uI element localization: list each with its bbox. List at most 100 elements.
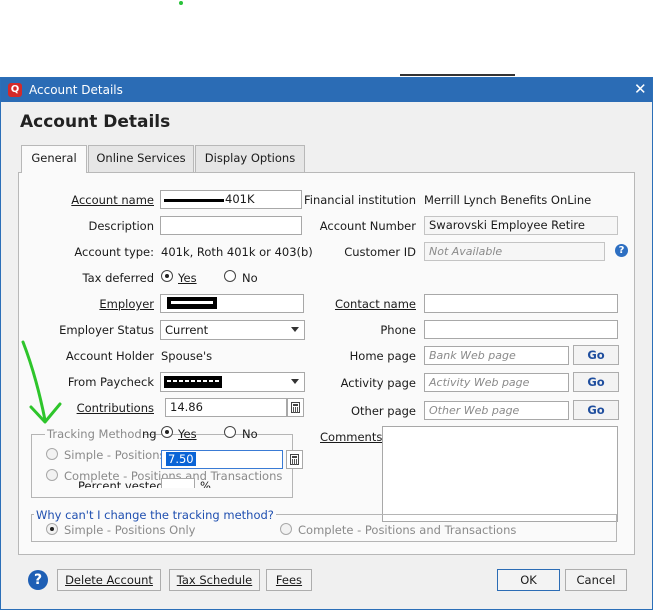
delete-account-label: Delete Account — [65, 573, 153, 587]
from-paycheck-label: From Paycheck — [67, 375, 154, 389]
tab-general[interactable]: General — [21, 145, 87, 173]
customer-id-label: Customer ID — [344, 245, 416, 259]
simple-positions-only-radio — [46, 523, 58, 535]
customer-id-placeholder: Not Available — [429, 245, 503, 258]
account-name-label-text: Account name — [71, 193, 154, 207]
redaction-stripe — [167, 380, 219, 382]
tax-deferred-label: Tax deferred — [82, 271, 154, 285]
ghost-yes-label: Yes — [178, 427, 197, 441]
activity-page-placeholder: Activity Web page — [429, 376, 530, 389]
calculator-icon[interactable] — [286, 450, 303, 469]
other-page-placeholder: Other Web page — [429, 404, 520, 417]
title-bar[interactable]: Q Account Details ✕ — [1, 78, 652, 102]
ghost-complete-radio — [46, 469, 58, 481]
activity-page-label: Activity page — [340, 376, 416, 390]
account-name-input[interactable]: 401K — [160, 190, 302, 209]
employer-status-value: Current — [165, 323, 209, 337]
account-holder-value: Spouse's — [161, 349, 213, 363]
contributions-label: Contributions — [41, 401, 154, 415]
home-page-placeholder: Bank Web page — [429, 349, 516, 362]
account-name-value: 401K — [225, 192, 255, 206]
home-page-label: Home page — [349, 349, 416, 363]
tax-deferred-yes-radio[interactable] — [161, 270, 173, 282]
other-page-label: Other page — [350, 404, 416, 418]
account-holder-label: Account Holder — [65, 349, 154, 363]
redaction-mark — [164, 376, 222, 388]
from-paycheck-select[interactable] — [160, 372, 305, 392]
background-window-edge — [400, 74, 515, 76]
ghost-no-label: No — [242, 427, 258, 441]
contact-name-label: Contact name — [301, 297, 416, 311]
tax-deferred-no-radio[interactable] — [224, 270, 236, 282]
fees-label: Fees — [275, 573, 303, 587]
delete-account-button[interactable]: Delete Account — [57, 569, 161, 591]
percent-sign: % — [200, 479, 211, 488]
cancel-button[interactable]: Cancel — [565, 569, 627, 591]
chevron-down-icon — [291, 327, 299, 332]
financial-institution-label: Financial institution — [303, 193, 416, 207]
complete-positions-label: Complete - Positions and Transactions — [298, 523, 517, 537]
close-icon[interactable]: ✕ — [634, 80, 647, 98]
contributions-label-text: Contributions — [76, 401, 154, 415]
percent-vested-label: Percent vested — [78, 479, 164, 488]
home-page-go-button[interactable]: Go — [573, 345, 619, 365]
selected-value: 7.50 — [166, 452, 196, 466]
tax-deferred-fragment: ng — [142, 427, 157, 441]
tab-online-services[interactable]: Online Services — [88, 145, 194, 172]
customer-id-field: Not Available — [424, 242, 605, 261]
employer-input[interactable] — [160, 294, 304, 313]
ghost-yes-radio[interactable] — [161, 426, 173, 438]
background-dot — [179, 1, 183, 5]
help-icon[interactable]: ? — [28, 570, 48, 590]
redaction-stripe — [171, 301, 213, 304]
comments-textarea[interactable] — [382, 426, 618, 522]
account-type-label: Account type: — [74, 245, 154, 259]
financial-institution-value: Merrill Lynch Benefits OnLine — [424, 193, 592, 207]
why-tracking-link[interactable]: Why can't I change the tracking method? — [34, 508, 276, 522]
employer-label: Employer — [41, 297, 154, 311]
ghost-no-radio[interactable] — [224, 426, 236, 438]
tax-deferred-yes-label[interactable]: Yes — [178, 271, 197, 285]
tab-display-options[interactable]: Display Options — [195, 145, 305, 172]
account-number-label: Account Number — [319, 219, 416, 233]
tracking-method-label: Tracking Method — [45, 427, 144, 441]
account-name-label: Account name — [41, 193, 154, 207]
ok-button[interactable]: OK — [497, 569, 560, 591]
ghost-simple-radio — [46, 448, 58, 460]
ghost-simple-label: Simple - Positions — [64, 448, 166, 462]
other-page-input[interactable]: Other Web page — [424, 401, 569, 420]
page-title: Account Details — [20, 112, 171, 132]
fees-button[interactable]: Fees — [266, 569, 312, 591]
account-number-field: Swarovski Employee Retire — [424, 216, 618, 235]
tax-schedule-button[interactable]: Tax Schedule — [169, 569, 260, 591]
comments-label: Comments — [320, 430, 382, 444]
account-type-value: 401k, Roth 401k or 403(b) — [161, 245, 313, 259]
home-page-input[interactable]: Bank Web page — [424, 346, 569, 365]
chevron-down-icon — [291, 379, 299, 384]
complete-positions-radio — [280, 523, 292, 535]
redaction-mark — [164, 199, 224, 202]
window-title: Account Details — [29, 83, 123, 97]
phone-input[interactable] — [424, 320, 618, 339]
account-details-dialog: Q Account Details ✕ Account Details Gene… — [0, 77, 653, 610]
activity-page-input[interactable]: Activity Web page — [424, 373, 569, 392]
percent-vested-input[interactable]: 7.50 — [161, 450, 283, 469]
contact-name-label-text: Contact name — [334, 297, 416, 311]
tax-schedule-label: Tax Schedule — [176, 573, 253, 587]
employer-status-label: Employer Status — [59, 323, 154, 337]
employer-label-text: Employer — [99, 297, 154, 311]
percent-vested-ghost-field — [161, 478, 195, 488]
employer-status-select[interactable]: Current — [160, 320, 305, 340]
contributions-input[interactable]: 14.86 — [165, 398, 287, 417]
tax-deferred-no-label[interactable]: No — [242, 271, 258, 285]
other-page-go-button[interactable]: Go — [573, 400, 619, 420]
phone-label: Phone — [380, 323, 416, 337]
contact-name-input[interactable] — [424, 294, 618, 313]
description-input[interactable] — [160, 216, 302, 235]
activity-page-go-button[interactable]: Go — [573, 372, 619, 392]
description-label: Description — [88, 219, 155, 233]
comments-label-text: Comments — [320, 430, 383, 444]
quicken-app-icon: Q — [8, 83, 22, 97]
help-icon[interactable]: ? — [615, 244, 628, 257]
simple-positions-only-label: Simple - Positions Only — [64, 523, 196, 537]
